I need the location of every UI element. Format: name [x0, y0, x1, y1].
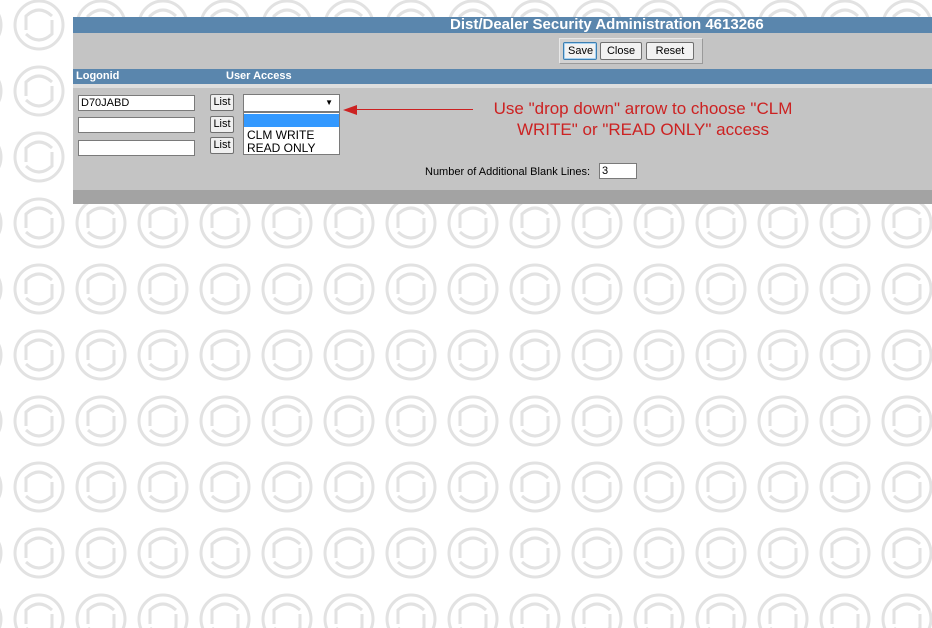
list-button-2[interactable]: List	[210, 116, 234, 133]
dropdown-option-read-only[interactable]: READ ONLY	[244, 142, 339, 155]
user-access-dropdown-list: CLM WRITE READ ONLY	[243, 112, 340, 155]
security-admin-panel: Dist/Dealer Security Administration 4613…	[73, 0, 932, 204]
arrow-left-icon	[343, 105, 357, 115]
user-access-form: List List List ▼ CLM WRITE READ ONLY Use…	[73, 88, 932, 190]
logonid-input-3[interactable]	[78, 140, 195, 156]
reset-button[interactable]: Reset	[646, 42, 694, 60]
chevron-down-icon[interactable]: ▼	[325, 98, 333, 107]
list-button-3[interactable]: List	[210, 137, 234, 154]
dropdown-option-blank[interactable]	[244, 114, 339, 127]
user-access-select[interactable]: ▼	[243, 94, 340, 112]
column-header-user-access: User Access	[226, 70, 292, 82]
blank-lines-label: Number of Additional Blank Lines:	[425, 166, 591, 178]
blank-lines-input[interactable]	[599, 163, 637, 179]
close-button[interactable]: Close	[600, 42, 642, 60]
title-bar: Dist/Dealer Security Administration 4613…	[73, 16, 932, 33]
column-header-row: Logonid User Access	[73, 69, 932, 84]
footer-strip	[73, 190, 932, 204]
annotation-arrow-line	[353, 109, 473, 110]
logonid-input-2[interactable]	[78, 117, 195, 133]
toolbar-button-group: Save Close Reset	[559, 38, 703, 64]
logonid-input-1[interactable]	[78, 95, 195, 111]
column-header-logonid: Logonid	[76, 70, 120, 82]
toolbar: Save Close Reset	[73, 33, 932, 69]
save-button[interactable]: Save	[563, 42, 597, 60]
list-button-1[interactable]: List	[210, 94, 234, 111]
annotation-text: Use "drop down" arrow to choose "CLM WRI…	[493, 99, 793, 139]
page-title: Dist/Dealer Security Administration 4613…	[450, 16, 764, 33]
